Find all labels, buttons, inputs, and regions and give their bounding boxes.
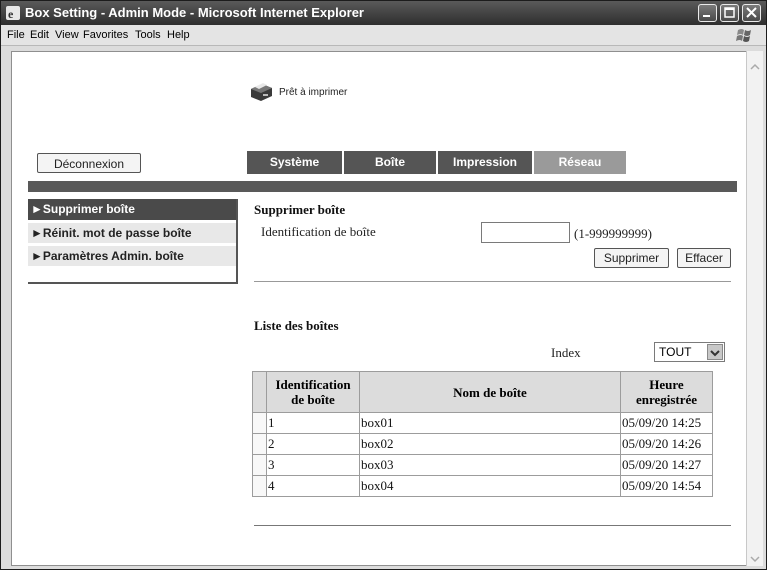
index-select[interactable]: TOUT	[654, 342, 725, 362]
cell-time: 05/09/20 14:54	[620, 475, 713, 497]
menu-file[interactable]: File	[7, 29, 25, 41]
printer-icon	[248, 81, 274, 103]
close-button[interactable]	[742, 4, 761, 22]
cell-time: 05/09/20 14:25	[620, 412, 713, 434]
cell-name: box04	[359, 475, 621, 497]
cell-name: box01	[359, 412, 621, 434]
cell-id: 2	[266, 433, 360, 455]
row-select-cell[interactable]	[252, 433, 267, 455]
column-header-name: Nom de boîte	[359, 371, 621, 413]
list-bottom-divider	[254, 525, 731, 526]
range-hint: (1-999999999)	[574, 226, 652, 241]
clear-button[interactable]: Effacer	[677, 248, 731, 268]
scroll-down-icon[interactable]	[750, 549, 760, 563]
window-title: Box Setting - Admin Mode - Microsoft Int…	[25, 5, 364, 20]
minimize-button[interactable]	[698, 4, 717, 22]
box-id-input[interactable]	[481, 222, 570, 243]
svg-text:e: e	[8, 7, 14, 21]
cell-id: 4	[266, 475, 360, 497]
internet-explorer-icon: e	[5, 5, 21, 21]
box-list-title: Liste des boîtes	[254, 318, 339, 333]
section-divider	[254, 281, 731, 282]
menu-view[interactable]: View	[55, 29, 79, 41]
windows-logo-icon	[734, 27, 754, 43]
menu-tools[interactable]: Tools	[135, 29, 161, 41]
sidebar-item-reinit-mot-de-passe[interactable]: ►Réinit. mot de passe boîte	[28, 222, 236, 243]
sidebar-item-supprimer-boite[interactable]: ►Supprimer boîte	[28, 199, 236, 220]
vertical-scrollbar[interactable]	[746, 51, 763, 566]
column-header-time: Heure enregistrée	[620, 371, 713, 413]
cell-name: box03	[359, 454, 621, 476]
cell-name: box02	[359, 433, 621, 455]
cell-id: 3	[266, 454, 360, 476]
delete-section-title: Supprimer boîte	[254, 202, 346, 217]
title-bar: e Box Setting - Admin Mode - Microsoft I…	[1, 1, 766, 25]
chevron-down-icon[interactable]	[707, 344, 723, 360]
tab-boite[interactable]: Boîte	[344, 151, 438, 174]
maximize-button[interactable]	[720, 4, 739, 22]
column-header-id: Identification de boîte	[266, 371, 360, 413]
cell-id: 1	[266, 412, 360, 434]
index-label: Index	[551, 345, 581, 360]
table-row[interactable]: 4 box04 05/09/20 14:54	[252, 475, 713, 497]
sidebar: ►Supprimer boîte ►Réinit. mot de passe b…	[28, 199, 238, 284]
table-row[interactable]: 3 box03 05/09/20 14:27	[252, 454, 713, 476]
box-list-table: Identification de boîte Nom de boîte Heu…	[252, 371, 713, 497]
tab-reseau[interactable]: Réseau	[534, 151, 628, 174]
row-select-cell[interactable]	[252, 475, 267, 497]
browser-window: e Box Setting - Admin Mode - Microsoft I…	[0, 0, 767, 570]
header-divider-bar	[28, 181, 737, 192]
cell-time: 05/09/20 14:26	[620, 433, 713, 455]
row-select-cell[interactable]	[252, 454, 267, 476]
row-select-cell[interactable]	[252, 412, 267, 434]
tab-systeme[interactable]: Système	[247, 151, 344, 174]
table-header-row: Identification de boîte Nom de boîte Heu…	[252, 371, 713, 413]
sidebar-item-parametres-admin[interactable]: ►Paramètres Admin. boîte	[28, 245, 236, 266]
status-text: Prêt à imprimer	[279, 87, 348, 98]
delete-button[interactable]: Supprimer	[594, 248, 669, 268]
cell-time: 05/09/20 14:27	[620, 454, 713, 476]
menu-edit[interactable]: Edit	[30, 29, 49, 41]
table-row[interactable]: 1 box01 05/09/20 14:25	[252, 412, 713, 434]
menu-favorites[interactable]: Favorites	[83, 29, 128, 41]
scroll-up-icon[interactable]	[750, 57, 760, 70]
menu-bar: File Edit View Favorites Tools Help	[1, 25, 766, 46]
table-row[interactable]: 2 box02 05/09/20 14:26	[252, 433, 713, 455]
menu-help[interactable]: Help	[167, 29, 190, 41]
box-id-label: Identification de boîte	[261, 224, 376, 239]
select-column-header	[252, 371, 267, 413]
page-viewport: Prêt à imprimer Déconnexion Système Boît…	[11, 51, 748, 566]
tab-impression[interactable]: Impression	[438, 151, 534, 174]
logout-button[interactable]: Déconnexion	[37, 153, 141, 173]
index-select-value: TOUT	[659, 345, 692, 359]
